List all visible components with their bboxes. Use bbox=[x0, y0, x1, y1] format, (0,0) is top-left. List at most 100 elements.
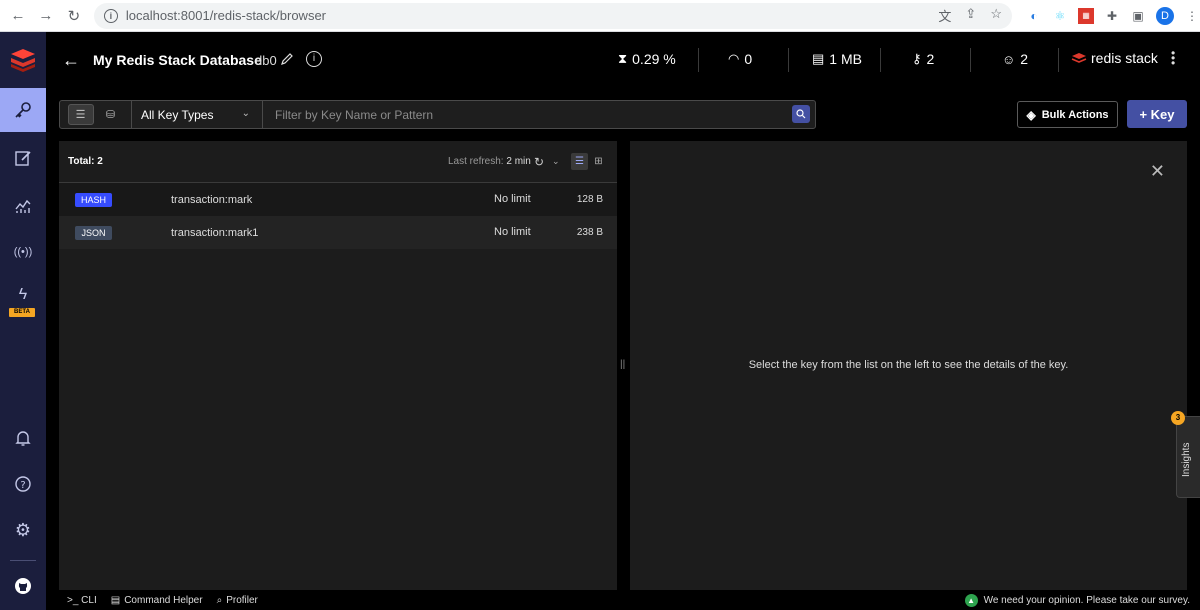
empty-details-message: Select the key from the list on the left… bbox=[748, 359, 1069, 371]
clients-value: 2 bbox=[1020, 51, 1029, 67]
survey-text: We need your opinion. Please take our su… bbox=[983, 595, 1190, 606]
last-refresh-value: 2 min bbox=[506, 156, 531, 167]
redis-stack-icon bbox=[1071, 53, 1087, 63]
lightning-icon: ϟ bbox=[18, 286, 28, 303]
close-icon[interactable]: ✕ bbox=[1150, 161, 1165, 182]
sidebar-item-triggers[interactable]: ϟ bbox=[0, 282, 46, 308]
key-icon bbox=[15, 102, 31, 118]
stat-divider bbox=[880, 48, 881, 72]
bookmark-star-icon[interactable]: ☆ bbox=[990, 6, 1002, 25]
last-refresh-label: Last refresh: bbox=[448, 156, 504, 167]
redis-logo-icon[interactable] bbox=[9, 46, 37, 72]
puzzle-icon[interactable]: ✚ bbox=[1104, 8, 1120, 24]
table-row[interactable]: HASH transaction:mark No limit 128 B bbox=[59, 183, 617, 216]
back-arrow-icon[interactable]: ← bbox=[62, 50, 80, 71]
database-header: ← My Redis Stack Database db0 i ⧗ 0.29 %… bbox=[46, 32, 1200, 88]
key-list-header: Total: 2 Last refresh: 2 min ↻ ⌄ ☰ ⊞ bbox=[59, 141, 617, 183]
gear-icon: ⚙ bbox=[14, 519, 32, 540]
survey-link[interactable]: ▲ We need your opinion. Please take our … bbox=[964, 594, 1190, 607]
document-icon: ▤ bbox=[110, 594, 121, 606]
chevron-down-icon[interactable]: ⌄ bbox=[552, 156, 560, 167]
stat-divider bbox=[698, 48, 699, 72]
last-refresh: Last refresh: 2 min bbox=[448, 156, 531, 167]
key-type-badge: HASH bbox=[75, 193, 112, 207]
refresh-icon[interactable]: ↻ bbox=[534, 155, 544, 169]
keys-value: 2 bbox=[926, 51, 935, 67]
svg-text:?: ? bbox=[20, 480, 25, 491]
stat-divider bbox=[970, 48, 971, 72]
info-icon[interactable]: i bbox=[306, 51, 322, 67]
user-icon: ☺ bbox=[1002, 51, 1016, 67]
profiler-button[interactable]: ⌕ Profiler bbox=[217, 595, 258, 606]
analytics-icon bbox=[15, 199, 31, 213]
panel-resize-handle[interactable]: || bbox=[620, 359, 626, 373]
sidebar-item-notifications[interactable] bbox=[0, 416, 46, 460]
key-type-badge: JSON bbox=[75, 226, 112, 240]
sidebar: ((•)) ϟ BETA ? ⚙ bbox=[0, 32, 46, 610]
key-ttl: No limit bbox=[494, 193, 531, 205]
ops-value: 0 bbox=[744, 51, 753, 67]
back-arrow-icon[interactable]: ← bbox=[8, 6, 28, 26]
database-index: db0 bbox=[255, 53, 277, 68]
search-icon bbox=[796, 109, 806, 119]
key-search-input[interactable] bbox=[263, 101, 792, 128]
key-icon: ⚷ bbox=[912, 51, 922, 66]
share-icon[interactable]: ⇪ bbox=[965, 6, 976, 25]
sidebar-item-github[interactable] bbox=[0, 564, 46, 608]
redisearch-icon[interactable]: ⛁ bbox=[98, 104, 124, 125]
bottom-bar: >_ CLI ▤ Command Helper ⌕ Profiler ▲ We … bbox=[59, 590, 1200, 610]
ops-stat: ◠ 0 bbox=[728, 51, 752, 67]
key-name: transaction:mark1 bbox=[171, 227, 259, 239]
search-button[interactable] bbox=[792, 105, 810, 123]
profiler-label: Profiler bbox=[226, 594, 258, 606]
reload-icon[interactable]: ↻ bbox=[64, 6, 84, 26]
stat-divider bbox=[788, 48, 789, 72]
key-details-panel: ✕ Select the key from the list on the le… bbox=[630, 141, 1187, 590]
bulk-actions-button[interactable]: ◈ Bulk Actions bbox=[1017, 101, 1118, 128]
insights-tab[interactable]: Insights bbox=[1176, 416, 1200, 498]
side-panel-icon[interactable]: ▣ bbox=[1130, 8, 1146, 24]
stat-divider bbox=[1058, 48, 1059, 72]
redis-extension-icon[interactable]: ▦ bbox=[1077, 7, 1094, 24]
key-name: transaction:mark bbox=[171, 194, 253, 206]
redis-stack-logo: redis stack bbox=[1071, 50, 1158, 66]
list-view-icon[interactable]: ☰ bbox=[571, 153, 588, 170]
forward-arrow-icon[interactable]: → bbox=[36, 6, 56, 26]
translate-icon[interactable]: 文 bbox=[938, 6, 951, 25]
site-info-icon[interactable]: i bbox=[103, 8, 118, 23]
key-filter-group: ☰ ⛁ All Key Types ⌄ bbox=[59, 100, 816, 129]
sidebar-item-workbench[interactable] bbox=[0, 136, 46, 180]
more-menu-icon[interactable]: • • • bbox=[1171, 47, 1175, 69]
browser-toolbar: ← → ↻ i localhost:8001/redis-stack/brows… bbox=[0, 0, 1200, 32]
tree-view-icon[interactable]: ⊞ bbox=[590, 153, 607, 170]
sidebar-item-settings[interactable]: ⚙ bbox=[0, 508, 46, 552]
edit-note-icon bbox=[15, 151, 31, 166]
database-name: My Redis Stack Database bbox=[93, 52, 262, 68]
memory-stat: ▤ 1 MB bbox=[812, 51, 862, 67]
extension-icon[interactable]: ◐ bbox=[1026, 8, 1042, 24]
hourglass-icon: ⧗ bbox=[618, 51, 628, 66]
react-devtools-icon[interactable]: ⚛ bbox=[1052, 8, 1068, 24]
command-helper-button[interactable]: ▤ Command Helper bbox=[111, 595, 203, 606]
cli-button[interactable]: >_ CLI bbox=[67, 595, 97, 606]
key-type-select[interactable]: All Key Types ⌄ bbox=[132, 101, 263, 128]
profile-avatar[interactable]: D bbox=[1155, 6, 1174, 25]
sidebar-divider bbox=[10, 560, 36, 561]
layers-icon: ◈ bbox=[1026, 107, 1036, 122]
sidebar-item-help[interactable]: ? bbox=[0, 462, 46, 506]
broadcast-icon: ((•)) bbox=[13, 246, 33, 258]
table-row[interactable]: JSON transaction:mark1 No limit 238 B bbox=[59, 216, 617, 249]
pencil-icon[interactable] bbox=[280, 52, 294, 66]
key-size: 238 B bbox=[576, 227, 603, 238]
add-key-button[interactable]: + Key bbox=[1127, 100, 1187, 128]
key-ttl: No limit bbox=[494, 226, 531, 238]
pattern-search-icon[interactable]: ☰ bbox=[67, 104, 94, 125]
sidebar-item-pubsub[interactable]: ((•)) bbox=[0, 230, 46, 274]
chrome-menu-icon[interactable]: ⋮ bbox=[1184, 8, 1200, 24]
sidebar-item-browser[interactable] bbox=[0, 88, 46, 132]
address-bar[interactable]: i localhost:8001/redis-stack/browser 文 ⇪… bbox=[93, 2, 1012, 29]
key-list-panel: Total: 2 Last refresh: 2 min ↻ ⌄ ☰ ⊞ HAS… bbox=[59, 141, 617, 590]
chevron-down-icon: ⌄ bbox=[241, 108, 250, 119]
url-text[interactable]: localhost:8001/redis-stack/browser bbox=[126, 8, 326, 23]
sidebar-item-analysis[interactable] bbox=[0, 184, 46, 228]
